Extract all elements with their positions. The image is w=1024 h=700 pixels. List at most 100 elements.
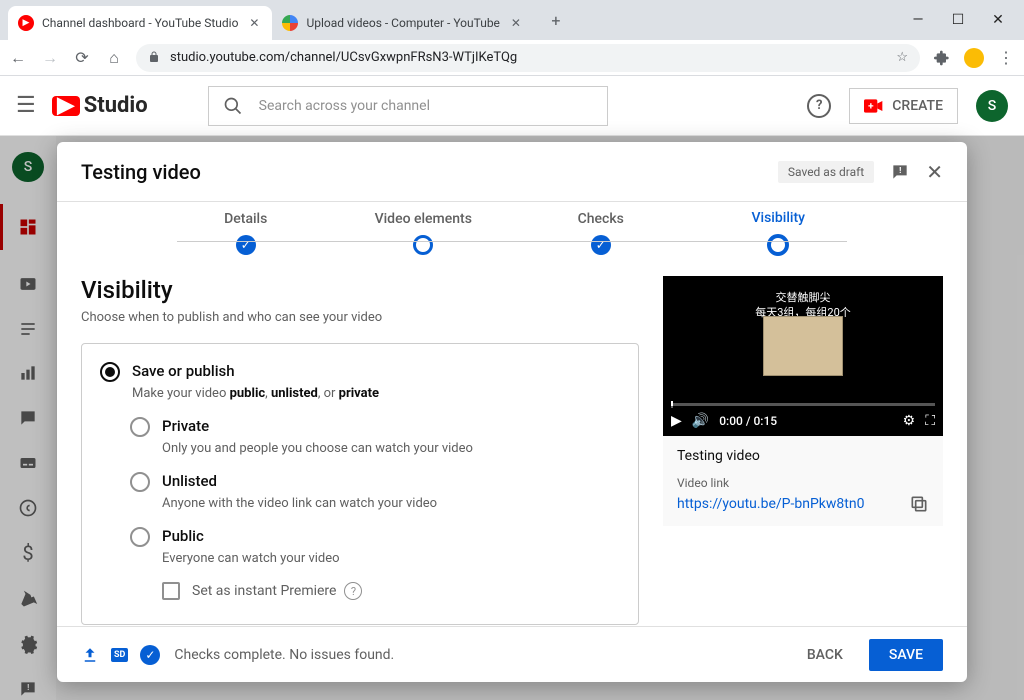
save-button[interactable]: SAVE — [869, 639, 943, 671]
step-checks[interactable]: Checks ✓ — [512, 211, 690, 255]
reload-icon[interactable]: ⟳ — [72, 48, 92, 68]
header-actions: ? + CREATE S — [807, 88, 1008, 124]
upload-dialog: Testing video Saved as draft ! ✕ Details… — [57, 142, 967, 682]
checkbox-label: Set as instant Premiere — [192, 583, 336, 599]
avatar-letter: S — [988, 98, 996, 114]
back-button[interactable]: BACK — [791, 639, 859, 671]
copy-icon[interactable] — [909, 494, 929, 514]
check-icon: ✓ — [591, 235, 611, 255]
tab-title: Channel dashboard - YouTube Studio — [42, 16, 238, 30]
volume-icon[interactable]: 🔊 — [692, 413, 709, 429]
video-preview[interactable]: 交替触脚尖 每天3组，每组20个 ▶ 🔊 0:00 / 0:15 ⚙ ⛶ — [663, 276, 943, 436]
radio-icon[interactable] — [100, 362, 120, 382]
feedback-icon[interactable]: ! — [890, 162, 910, 182]
step-dot-icon — [413, 235, 433, 255]
footer-status-icons: SD ✓ — [81, 645, 160, 665]
section-subtitle: Choose when to publish and who can see y… — [81, 310, 639, 325]
video-time: 0:00 / 0:15 — [719, 414, 777, 428]
new-tab-button[interactable]: + — [542, 6, 570, 34]
premiere-checkbox-row[interactable]: Set as instant Premiere ? — [162, 582, 620, 600]
url-text: studio.youtube.com/channel/UCsvGxwpnFRsN… — [170, 50, 517, 65]
url-input[interactable]: studio.youtube.com/channel/UCsvGxwpnFRsN… — [136, 44, 920, 72]
option-unlisted[interactable]: Unlisted Anyone with the video link can … — [130, 472, 620, 511]
hamburger-icon[interactable]: ☰ — [16, 93, 36, 118]
radio-description: Anyone with the video link can watch you… — [162, 496, 620, 511]
fullscreen-icon[interactable]: ⛶ — [925, 413, 935, 429]
checks-complete-icon: ✓ — [140, 645, 160, 665]
radio-icon[interactable] — [130, 417, 150, 437]
main-area: S $ ! Testing video Saved as draft ! ✕ — [0, 136, 1024, 700]
svg-text:!: ! — [899, 165, 901, 175]
home-icon[interactable]: ⌂ — [104, 48, 124, 68]
bookmark-star-icon[interactable]: ☆ — [896, 50, 908, 65]
google-favicon — [282, 15, 298, 31]
minimize-icon[interactable]: — — [908, 12, 928, 28]
back-icon[interactable]: ← — [8, 48, 28, 68]
youtube-favicon: ▶ — [18, 15, 34, 31]
radio-icon[interactable] — [130, 472, 150, 492]
youtube-play-icon: ▶ — [52, 96, 80, 116]
create-label: CREATE — [892, 98, 943, 114]
settings-gear-icon[interactable]: ⚙ — [903, 413, 916, 429]
video-controls: ▶ 🔊 0:00 / 0:15 ⚙ ⛶ — [663, 406, 943, 436]
extensions-icon[interactable] — [932, 48, 952, 68]
close-window-icon[interactable]: ✕ — [988, 12, 1008, 28]
create-button[interactable]: + CREATE — [849, 88, 958, 124]
close-icon[interactable]: ✕ — [246, 15, 262, 31]
svg-text:+: + — [868, 101, 874, 112]
browser-tab-inactive[interactable]: Upload videos - Computer - YouTube ✕ — [272, 6, 533, 40]
search-input[interactable]: Search across your channel — [208, 86, 608, 126]
step-visibility[interactable]: Visibility — [690, 210, 868, 256]
stepper: Details ✓ Video elements Checks ✓ Visibi… — [57, 202, 967, 256]
dialog-footer: SD ✓ Checks complete. No issues found. B… — [57, 626, 967, 682]
browser-tab-active[interactable]: ▶ Channel dashboard - YouTube Studio ✕ — [8, 6, 272, 40]
preview-link-label: Video link — [677, 476, 929, 490]
close-icon[interactable]: ✕ — [926, 160, 943, 184]
preview-info: Testing video Video link https://youtu.b… — [663, 436, 943, 526]
profile-icon[interactable] — [964, 48, 984, 68]
dialog-body: Visibility Choose when to publish and wh… — [57, 256, 967, 626]
preview-link[interactable]: https://youtu.be/P-bnPkw8tn0 — [677, 496, 864, 512]
tab-title: Upload videos - Computer - YouTube — [306, 16, 499, 30]
footer-actions: BACK SAVE — [791, 639, 943, 671]
upload-complete-icon — [81, 646, 99, 664]
logo-text: Studio — [84, 93, 148, 118]
radio-description: Make your video public, unlisted, or pri… — [132, 386, 620, 401]
search-icon — [223, 96, 243, 116]
option-public[interactable]: Public Everyone can watch your video — [130, 527, 620, 566]
browser-tab-bar: ▶ Channel dashboard - YouTube Studio ✕ U… — [0, 0, 1024, 40]
radio-icon[interactable] — [130, 527, 150, 547]
step-details[interactable]: Details ✓ — [157, 211, 335, 255]
avatar[interactable]: S — [976, 90, 1008, 122]
radio-label: Save or publish — [132, 362, 235, 380]
help-icon[interactable]: ? — [807, 94, 831, 118]
check-icon: ✓ — [236, 235, 256, 255]
search-placeholder: Search across your channel — [259, 98, 430, 114]
radio-label: Private — [162, 417, 209, 435]
preview-video-title: Testing video — [677, 448, 929, 464]
save-or-publish-box: Save or publish Make your video public, … — [81, 343, 639, 625]
saved-status-chip: Saved as draft — [778, 161, 874, 183]
forward-icon[interactable]: → — [40, 48, 60, 68]
checkbox-icon[interactable] — [162, 582, 180, 600]
stepper-line — [177, 241, 847, 242]
play-icon[interactable]: ▶ — [671, 413, 682, 429]
kebab-menu-icon[interactable]: ⋮ — [996, 48, 1016, 68]
modal-overlay: Testing video Saved as draft ! ✕ Details… — [0, 136, 1024, 700]
video-figure — [763, 316, 843, 376]
step-video-elements[interactable]: Video elements — [335, 211, 513, 255]
info-icon[interactable]: ? — [344, 582, 362, 600]
preview-panel: 交替触脚尖 每天3组，每组20个 ▶ 🔊 0:00 / 0:15 ⚙ ⛶ — [663, 276, 943, 626]
maximize-icon[interactable]: ☐ — [948, 12, 968, 28]
option-private[interactable]: Private Only you and people you choose c… — [130, 417, 620, 456]
dialog-header: Testing video Saved as draft ! ✕ — [57, 142, 967, 202]
radio-label: Unlisted — [162, 472, 217, 490]
browser-toolbar: ← → ⟳ ⌂ studio.youtube.com/channel/UCsvG… — [0, 40, 1024, 76]
section-title: Visibility — [81, 276, 639, 304]
studio-logo[interactable]: ▶ Studio — [52, 93, 148, 118]
studio-header: ☰ ▶ Studio Search across your channel ? … — [0, 76, 1024, 136]
visibility-panel: Visibility Choose when to publish and wh… — [81, 276, 639, 626]
close-icon[interactable]: ✕ — [508, 15, 524, 31]
radio-description: Only you and people you choose can watch… — [162, 441, 620, 456]
radio-save-or-publish[interactable]: Save or publish — [100, 362, 620, 382]
